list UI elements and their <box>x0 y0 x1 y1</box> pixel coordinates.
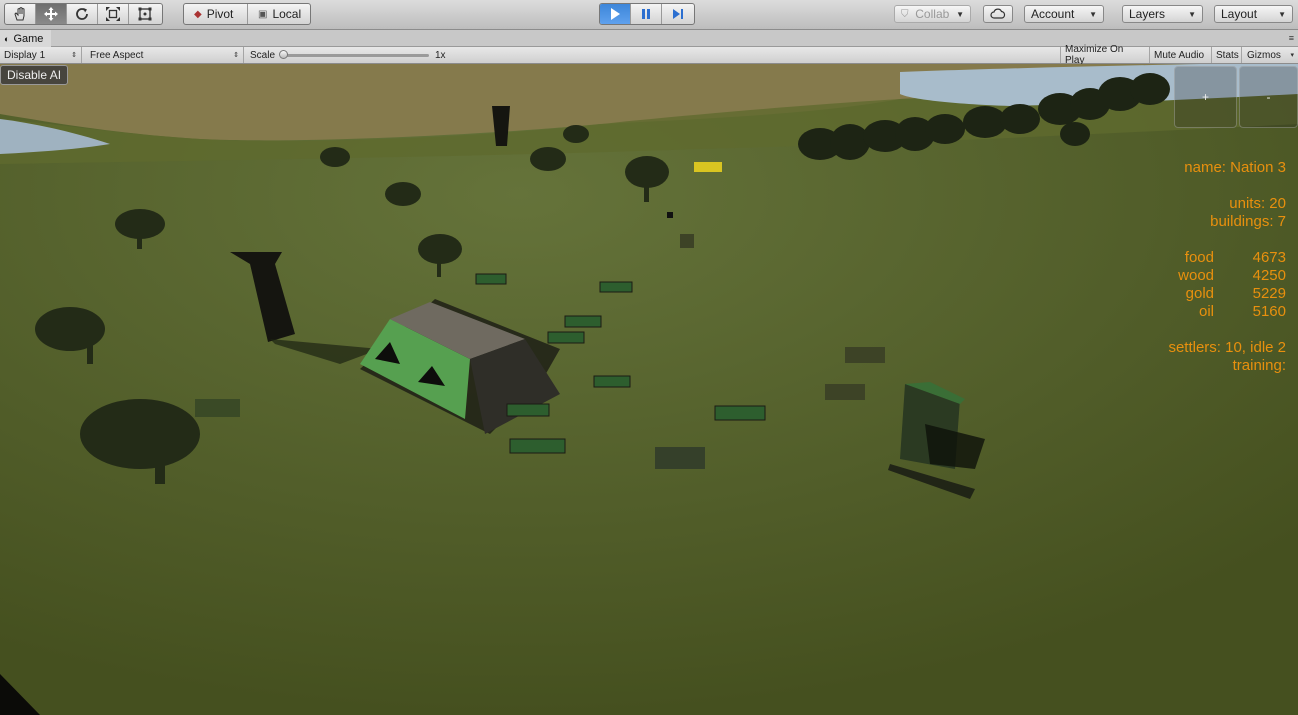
nation-name: name: Nation 3 <box>1184 159 1286 176</box>
step-icon <box>672 9 683 19</box>
disable-ai-label: Disable AI <box>7 68 62 82</box>
scale-icon <box>106 7 120 21</box>
resource-value: 4250 <box>1252 267 1286 284</box>
game-tab-label: Game <box>13 32 44 45</box>
scale-label-text: Scale <box>250 49 276 61</box>
resource-row: oil 5160 <box>1096 303 1286 321</box>
nation-stats-panel: name: Nation 3 units: 20 buildings: 7 fo… <box>1096 159 1286 375</box>
stats-toggle[interactable]: Stats <box>1212 47 1242 63</box>
buildings-count: buildings: 7 <box>1210 213 1286 230</box>
units-count: units: 20 <box>1229 195 1286 212</box>
play-icon <box>611 8 620 20</box>
account-dropdown[interactable]: Account ▼ <box>1024 5 1104 23</box>
scale-tool-button[interactable] <box>98 4 129 24</box>
zoom-out-button[interactable]: - <box>1239 66 1298 128</box>
rect-tool-button[interactable] <box>129 4 160 24</box>
chevron-down-icon: ▼ <box>1188 9 1196 19</box>
resource-value: 5160 <box>1252 303 1286 320</box>
maximize-on-play-toggle[interactable]: Maximize On Play <box>1060 44 1150 66</box>
mute-audio-toggle[interactable]: Mute Audio <box>1150 47 1212 63</box>
maximize-label: Maximize On Play <box>1065 44 1124 66</box>
chevron-down-icon: ▼ <box>1089 9 1097 19</box>
resource-name: oil <box>1198 303 1214 320</box>
play-controls <box>599 3 695 25</box>
chevron-down-icon: ▼ <box>1278 9 1286 19</box>
aspect-dropdown[interactable]: Free Aspect ⇕ <box>86 47 244 63</box>
pivot-group: ◆ Pivot ▣ Local <box>183 3 311 25</box>
move-icon <box>44 7 58 21</box>
resource-name: food <box>1184 249 1214 266</box>
gizmos-label: Gizmos <box>1247 49 1281 61</box>
training-status: training: <box>1232 357 1286 374</box>
transform-tools <box>4 3 163 25</box>
account-label: Account <box>1031 7 1075 21</box>
resource-name: wood <box>1178 267 1214 284</box>
gizmos-dropdown[interactable]: Gizmos ▾ <box>1243 47 1298 63</box>
layout-dropdown[interactable]: Layout ▼ <box>1214 5 1293 23</box>
rect-icon <box>138 7 151 21</box>
chevron-updown-icon: ⇕ <box>71 52 77 59</box>
resource-row: wood 4250 <box>1096 267 1286 285</box>
settlers-status: settlers: 10, idle 2 <box>1168 339 1286 356</box>
cloud-icon <box>990 8 1006 19</box>
hand-icon <box>14 6 25 21</box>
pause-button[interactable] <box>631 4 662 24</box>
scale-value-text: 1x <box>435 49 446 61</box>
game-tab-icon: ◐ <box>4 33 10 44</box>
scale-slider-handle[interactable] <box>279 50 288 59</box>
pivot-label: Pivot <box>206 7 234 21</box>
display-dropdown[interactable]: Display 1 ⇕ <box>0 47 82 63</box>
resource-value: 4673 <box>1252 249 1286 266</box>
local-button[interactable]: ▣ Local <box>248 4 310 24</box>
hand-tool-button[interactable] <box>5 4 36 24</box>
tab-menu-icon[interactable]: ≡ <box>1289 33 1294 43</box>
collab-dropdown[interactable]: ⛉ Collab ▼ <box>894 5 971 23</box>
cloud-button[interactable] <box>983 5 1013 23</box>
play-button[interactable] <box>600 4 631 24</box>
local-label: Local <box>272 7 302 21</box>
resource-row: gold 5229 <box>1096 285 1286 303</box>
layout-label: Layout <box>1221 7 1258 21</box>
scale-slider-track[interactable] <box>284 54 429 57</box>
pause-icon <box>642 9 650 19</box>
local-icon: ▣ <box>258 8 268 20</box>
zoom-out-label: - <box>1266 90 1271 104</box>
step-button[interactable] <box>662 4 693 24</box>
stats-label: Stats <box>1216 49 1239 61</box>
pivot-button[interactable]: ◆ Pivot <box>184 4 248 24</box>
rotate-icon <box>76 8 88 20</box>
chevron-updown-icon: ⇕ <box>233 52 239 59</box>
editor-toolbar: ◆ Pivot ▣ Local ⛉ Collab ▼ Account ▼ Lay… <box>0 0 1298 30</box>
scale-value: 1x <box>431 47 461 63</box>
resource-row: food 4673 <box>1096 249 1286 267</box>
move-tool-button[interactable] <box>36 4 67 24</box>
tab-game[interactable]: ◐ Game <box>0 30 52 47</box>
game-view[interactable]: Disable AI + - name: Nation 3 units: 20 … <box>0 64 1298 715</box>
collab-label: Collab <box>915 7 950 21</box>
zoom-in-label: + <box>1201 90 1209 104</box>
mute-label: Mute Audio <box>1154 49 1205 61</box>
collab-icon: ⛉ <box>901 8 909 20</box>
layers-dropdown[interactable]: Layers ▼ <box>1122 5 1203 23</box>
layers-label: Layers <box>1129 7 1166 21</box>
pivot-icon: ◆ <box>194 8 202 20</box>
disable-ai-button[interactable]: Disable AI <box>0 65 69 85</box>
chevron-down-icon: ▾ <box>1290 52 1294 59</box>
display-label: Display 1 <box>4 49 46 61</box>
game-view-toolbar: Display 1 ⇕ Free Aspect ⇕ Scale 1x Maxim… <box>0 44 1298 66</box>
zoom-in-button[interactable]: + <box>1174 66 1237 128</box>
chevron-down-icon: ▼ <box>956 9 964 19</box>
resource-name: gold <box>1185 285 1214 302</box>
aspect-label: Free Aspect <box>90 49 144 61</box>
rotate-tool-button[interactable] <box>67 4 98 24</box>
resource-value: 5229 <box>1252 285 1286 302</box>
